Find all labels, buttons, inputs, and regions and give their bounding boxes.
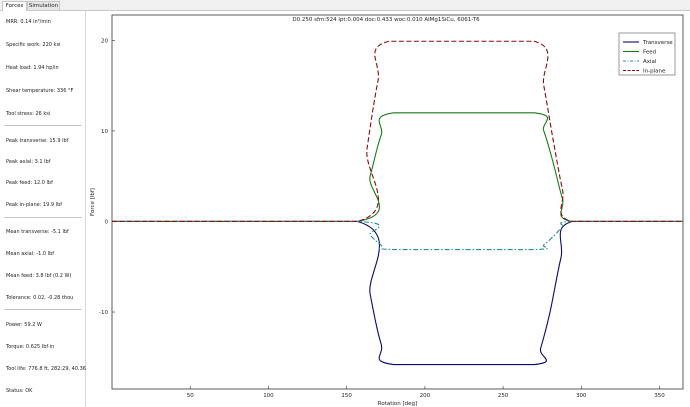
stat-shear-temperature: Shear temperature: 336 °F <box>6 88 74 94</box>
separator <box>4 217 82 218</box>
x-tick-label: 250 <box>498 393 509 399</box>
stat-heat-load: Heat load: 1.94 hp/in <box>6 65 59 71</box>
chart-title: D0.250 sfm:524 ipt:0.004 doc:0.433 woc:0… <box>292 17 480 23</box>
x-tick-label: 100 <box>263 393 274 399</box>
y-tick-label: 10 <box>101 129 108 135</box>
legend-label: Feed <box>643 50 656 56</box>
force-chart: D0.250 sfm:524 ipt:0.004 doc:0.433 woc:0… <box>86 11 690 407</box>
x-tick-label: 150 <box>341 393 352 399</box>
stat-tool-stress: Tool stress: 26 ksi <box>6 111 51 117</box>
tab-simulation[interactable]: Simulation <box>27 1 60 10</box>
stat-peak-inplane: Peak in-plane: 19.9 lbf <box>6 202 63 208</box>
stat-tool-life: Tool life: 776.8 ft, 282:29, 40.365 in³ <box>6 366 98 372</box>
legend-label: In-plane <box>643 69 666 75</box>
x-tick-label: 300 <box>576 393 587 399</box>
stat-torque: Torque: 0.625 lbf·in <box>6 344 55 350</box>
separator <box>4 309 82 310</box>
x-tick-label: 200 <box>420 393 431 399</box>
legend-label: Transverse <box>642 40 673 46</box>
tab-bar: Forces Simulation <box>0 0 690 11</box>
stats-panel: MRR: 0.14 in³/min Specific work: 220 ksi… <box>0 11 97 407</box>
stat-specific-work: Specific work: 220 ksi <box>6 42 61 48</box>
tab-forces[interactable]: Forces <box>2 1 27 11</box>
stat-power: Power: 59.2 W <box>6 322 42 328</box>
stat-status: Status: OK <box>6 388 33 394</box>
separator <box>4 125 82 126</box>
stat-mean-axial: Mean axial: -1.0 lbf <box>6 251 55 257</box>
stat-peak-transverse: Peak transverse: 15.9 lbf <box>6 138 69 144</box>
y-axis-label: Force [lbf] <box>90 188 96 216</box>
x-axis-label: Rotation [deg] <box>378 401 417 407</box>
stat-mean-transverse: Mean transverse: -5.1 lbf <box>6 229 69 235</box>
x-tick-label: 50 <box>187 393 194 399</box>
legend: Transverse Feed Axial In-plane <box>618 32 676 76</box>
legend-label: Axial <box>643 59 657 65</box>
stat-peak-axial: Peak axial: 3.1 lbf <box>6 159 51 165</box>
y-tick-label: -10 <box>99 310 108 316</box>
x-tick-label: 350 <box>654 393 665 399</box>
stat-mrr: MRR: 0.14 in³/min <box>6 19 51 25</box>
stat-peak-feed: Peak feed: 12.0 lbf <box>6 180 53 186</box>
stat-mean-feed: Mean feed: 3.8 lbf (0.2 W) <box>6 273 72 279</box>
y-tick-label: 0 <box>105 219 109 225</box>
y-tick-label: 20 <box>101 38 108 44</box>
stat-tolerance: Tolerance: 0.02, -0.28 thou <box>6 295 74 301</box>
